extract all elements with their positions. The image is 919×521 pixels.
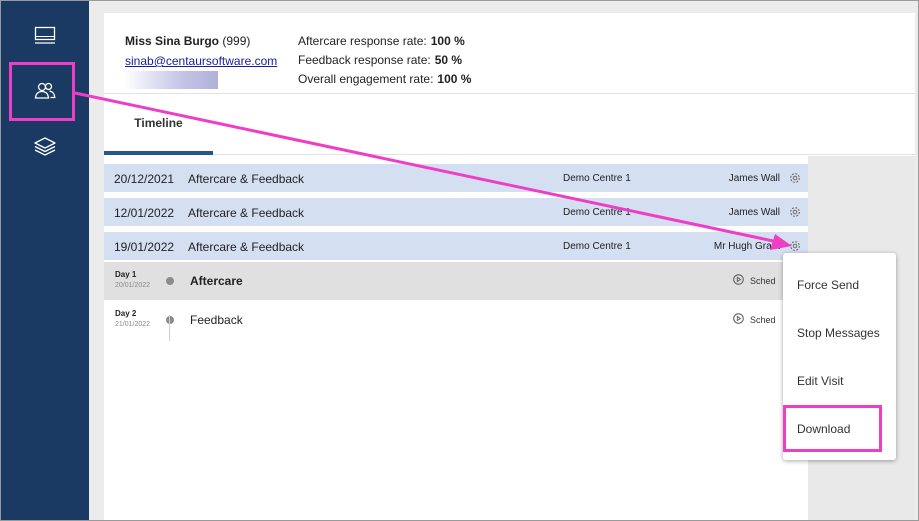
visit-type: Aftercare & Feedback [188,172,305,186]
menu-item-force-send[interactable]: Force Send [797,278,859,292]
schedule-status-text: Sched [750,314,776,325]
visit-row[interactable]: 19/01/2022 Aftercare & Feedback Demo Cen… [104,232,808,260]
timeline-connector [169,315,170,341]
stat-label: Feedback response rate: [298,53,431,67]
visit-row[interactable]: 12/01/2022 Aftercare & Feedback Demo Cen… [104,198,808,226]
timeline-dot [166,277,174,285]
stat-aftercare-response: Aftercare response rate: 100 % [298,34,465,48]
schedule-status-text: Sched [750,275,776,286]
visit-staff: Mr Hugh Grant [713,241,780,252]
day-date: 20/01/2022 [115,282,151,289]
timeline-day-row[interactable]: Day 1 20/01/2022 Aftercare Sched [104,262,808,300]
stat-value: 100 % [437,72,472,86]
stat-label: Aftercare response rate: [298,34,427,48]
visit-row[interactable]: 20/12/2021 Aftercare & Feedback Demo Cen… [104,164,808,192]
stat-value: 100 % [430,34,465,48]
visit-type: Aftercare & Feedback [188,240,305,254]
gear-icon[interactable] [788,205,802,222]
visit-centre: Demo Centre 1 [563,173,631,184]
timeline-dot [166,316,174,324]
visit-staff: James Wall [728,207,780,218]
visit-centre: Demo Centre 1 [563,241,631,252]
tab-bar: Timeline [104,94,915,155]
visit-date: 20/12/2021 [114,172,175,186]
visit-date: 19/01/2022 [114,240,175,254]
stat-feedback-response: Feedback response rate: 50 % [298,53,462,67]
annotation-highlight-patients [9,62,75,121]
patient-id: (999) [222,34,251,48]
patient-name-text: Miss Sina Burgo [125,34,220,48]
menu-item-stop-messages[interactable]: Stop Messages [797,326,880,340]
sidebar-item-layers[interactable] [1,126,89,166]
day-title: Feedback [190,313,243,327]
timeline-day-row[interactable]: Day 2 21/01/2022 Feedback Sched [104,301,808,339]
patient-name: Miss Sina Burgo (999) [125,34,250,48]
stat-value: 50 % [434,53,463,67]
play-icon [733,313,750,326]
tab-timeline[interactable]: Timeline [104,94,213,155]
day-date: 21/01/2022 [115,321,151,328]
redacted-field [124,71,218,89]
visit-type: Aftercare & Feedback [188,206,305,220]
schedule-status: Sched [733,274,776,287]
patient-header: Miss Sina Burgo (999) sinab@centaursoftw… [104,13,915,94]
day-label: Day 1 [115,270,137,279]
layers-icon [33,136,57,156]
day-label: Day 2 [115,309,137,318]
visit-date: 12/01/2022 [114,206,175,220]
play-icon [733,274,750,287]
visit-centre: Demo Centre 1 [563,207,631,218]
visit-staff: James Wall [728,173,780,184]
gear-icon[interactable] [788,171,802,188]
stat-overall-engagement: Overall engagement rate: 100 % [298,72,471,86]
sidebar-item-dashboard[interactable] [1,16,89,56]
patient-email-link[interactable]: sinab@centaursoftware.com [125,54,277,68]
day-title: Aftercare [190,274,243,288]
stat-label: Overall engagement rate: [298,72,434,86]
annotation-highlight-download [783,405,882,452]
monitor-icon [34,26,56,46]
schedule-status: Sched [733,313,776,326]
menu-item-edit-visit[interactable]: Edit Visit [797,374,843,388]
